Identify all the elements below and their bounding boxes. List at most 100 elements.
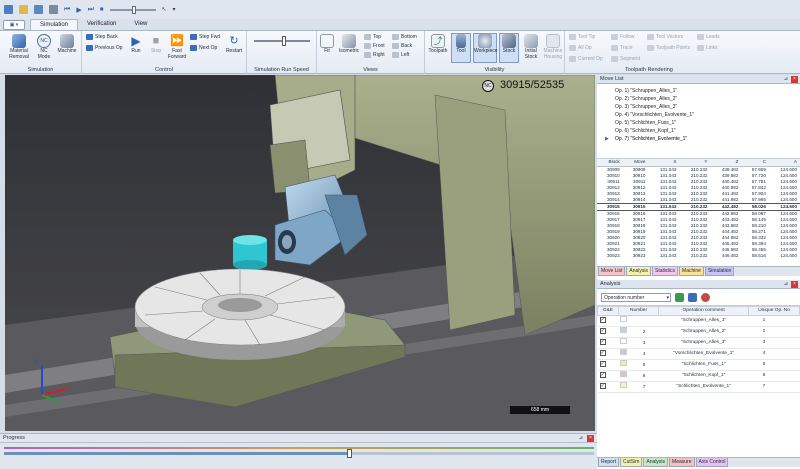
op-item[interactable]: Op. 1) "Schruppen_Alles_1" — [603, 87, 800, 95]
row-color-swatch[interactable] — [620, 349, 628, 355]
row-checkbox[interactable]: ✓ — [599, 317, 606, 323]
op-item[interactable]: Op. 6) "Schlichten_Kopf_1" — [603, 127, 800, 135]
pin-icon[interactable]: ⊿ — [579, 434, 583, 443]
tab-axis-control[interactable]: Axis Control — [695, 458, 729, 467]
previous-op-button[interactable]: Previous Op — [86, 45, 123, 51]
move-row[interactable]: 30923 30923 131.043 210.232 446.482 58.516 124… — [597, 253, 800, 259]
row-checkbox[interactable]: ✓ — [599, 361, 606, 367]
fast-forward-button[interactable]: ⏩ Fast Forward — [166, 34, 188, 60]
close-icon[interactable]: × — [791, 281, 798, 288]
op-item[interactable]: Op. 2) "Schruppen_Alles_2" — [603, 95, 800, 103]
move-col-header[interactable]: C — [741, 159, 769, 167]
analysis-row[interactable]: ✓ 4 "Vorschlichten_Evolvente_1" 4 — [597, 348, 800, 360]
op-item-current[interactable]: ▶ Op. 7) "Schlichten_Evolvente_1" — [603, 135, 800, 143]
stop-button[interactable]: ■ Stop — [146, 34, 166, 55]
move-col-header[interactable]: Y — [679, 159, 711, 167]
analysis-row[interactable]: ✓ 7 "Schlichten_Evolvente_1" 7 — [597, 381, 800, 393]
save-icon[interactable] — [34, 5, 43, 14]
move-row-current[interactable]: 30915 30915 131.043 210.232 442.482 58.026 124… — [597, 202, 800, 211]
op-item[interactable]: Op. 5) "Schlichten_Fuss_1" — [603, 119, 800, 127]
tool-vectors-button[interactable]: Tool Vectors — [647, 34, 683, 40]
tab-analysis[interactable]: Analysis — [626, 267, 652, 276]
left-view-button[interactable]: Left — [392, 52, 409, 58]
simulation-viewport[interactable]: NC 30915/52535 658 mm Z Y X — [5, 75, 595, 431]
segment-button[interactable]: Segment — [611, 56, 640, 62]
row-color-swatch[interactable] — [620, 338, 628, 344]
op-item[interactable]: Op. 4) "Vorschlichten_Evolvente_1" — [603, 111, 800, 119]
initial-stock-button[interactable]: Initial Stock — [521, 34, 541, 60]
progress-thumb[interactable] — [347, 449, 353, 458]
op-item[interactable]: Op. 3) "Schruppen_Alles_3" — [603, 103, 800, 111]
row-color-swatch[interactable] — [620, 382, 628, 388]
analysis-col-header[interactable]: Number — [617, 306, 660, 316]
close-icon[interactable]: × — [587, 435, 594, 442]
close-icon[interactable]: × — [791, 76, 798, 83]
row-checkbox[interactable]: ✓ — [599, 350, 606, 356]
row-checkbox[interactable]: ✓ — [599, 372, 606, 378]
rewind-icon[interactable]: ⏮ — [64, 6, 70, 14]
open-icon[interactable] — [19, 5, 28, 14]
pointer-icon[interactable]: ↖ — [162, 6, 167, 13]
pin-icon[interactable]: ⊿ — [784, 75, 788, 84]
row-checkbox[interactable]: ✓ — [599, 339, 606, 345]
move-col-header[interactable]: Z — [710, 159, 742, 167]
analysis-col-header[interactable]: Unique Op. No — [748, 306, 800, 316]
tab-statistics[interactable]: Statistics — [652, 267, 679, 276]
follow-button[interactable]: Follow — [611, 34, 634, 40]
row-checkbox[interactable]: ✓ — [599, 383, 606, 389]
tab-move-list[interactable]: Move List — [598, 267, 626, 276]
analysis-row[interactable]: ✓ 5 "Schlichten_Fuss_1" 5 — [597, 359, 800, 371]
end-icon[interactable]: ⏹ — [100, 6, 104, 14]
machine-button[interactable]: Machine — [55, 34, 79, 55]
next-op-button[interactable]: Next Op — [190, 45, 217, 51]
isometric-button[interactable]: Isometric — [337, 34, 361, 55]
all-op-button[interactable]: All Op — [569, 45, 592, 51]
analysis-col-header[interactable]: Operation comment — [658, 306, 750, 316]
pin-icon[interactable]: ⊿ — [784, 280, 788, 289]
top-view-button[interactable]: Top — [364, 34, 381, 40]
play-icon[interactable]: ▶ — [76, 6, 81, 14]
app-menu-button[interactable]: ▣ ▾ — [3, 20, 25, 30]
current-op-button[interactable]: Current Op — [569, 56, 603, 62]
run-button[interactable]: ▶ Run — [126, 34, 146, 55]
move-col-header[interactable]: Move — [622, 159, 649, 167]
front-view-button[interactable]: Front — [364, 43, 385, 49]
tab-cutsim[interactable]: CutSim — [620, 458, 643, 467]
row-checkbox[interactable]: ✓ — [599, 328, 606, 334]
right-view-button[interactable]: Right — [364, 52, 385, 58]
workpiece-toggle[interactable]: Workpiece — [473, 33, 498, 63]
tab-verification[interactable]: Verification — [78, 19, 125, 30]
nc-mode-button[interactable]: NC NC Mode — [35, 34, 53, 60]
row-color-swatch[interactable] — [620, 327, 628, 333]
tab-simulation[interactable]: Simulation — [704, 267, 735, 276]
analysis-col-header[interactable]: G&E — [597, 306, 619, 316]
tab-report[interactable]: Report — [598, 458, 620, 467]
analysis-filter-select[interactable]: Operation number ▾ — [601, 292, 671, 302]
toolpath-button[interactable]: ⤴ Toolpath — [427, 34, 449, 55]
move-col-header[interactable]: X — [648, 159, 680, 167]
move-col-header[interactable]: A — [768, 159, 800, 167]
material-removal-button[interactable]: Material Removal — [4, 34, 34, 60]
machine-housing-button[interactable]: Machine Housing — [541, 34, 565, 60]
settings-icon[interactable] — [701, 292, 710, 302]
row-color-swatch[interactable] — [620, 360, 628, 366]
tab-simulation[interactable]: Simulation — [30, 19, 79, 30]
progress-track[interactable] — [4, 452, 594, 455]
bottom-view-button[interactable]: Bottom — [392, 34, 417, 40]
analysis-row[interactable]: ✓ 3 "Schruppen_Alles_3" 3 — [597, 337, 800, 349]
analysis-row[interactable]: ✓ 2 "Schruppen_Alles_2" 2 — [597, 326, 800, 338]
tool-toggle[interactable]: Tool — [451, 33, 471, 63]
tab-machine[interactable]: Machine — [679, 267, 704, 276]
qat-dropdown-icon[interactable]: ▾ — [173, 6, 176, 13]
tool-tip-button[interactable]: Tool Tip — [569, 34, 595, 40]
print-icon[interactable] — [49, 5, 58, 14]
step-back-button[interactable]: Step Back — [86, 34, 118, 40]
speed-slider-mini[interactable] — [109, 5, 156, 14]
analysis-row[interactable]: ✓ "Schruppen_Alles_1" 1 — [597, 315, 800, 327]
forward-icon[interactable]: ⏭ — [88, 6, 94, 14]
row-color-swatch[interactable] — [620, 371, 628, 377]
speed-slider[interactable] — [254, 36, 310, 46]
trace-button[interactable]: Trace — [611, 45, 633, 51]
tab-measure[interactable]: Measure — [669, 458, 695, 467]
analysis-row[interactable]: ✓ 6 "Schlichten_Kopf_1" 6 — [597, 370, 800, 382]
